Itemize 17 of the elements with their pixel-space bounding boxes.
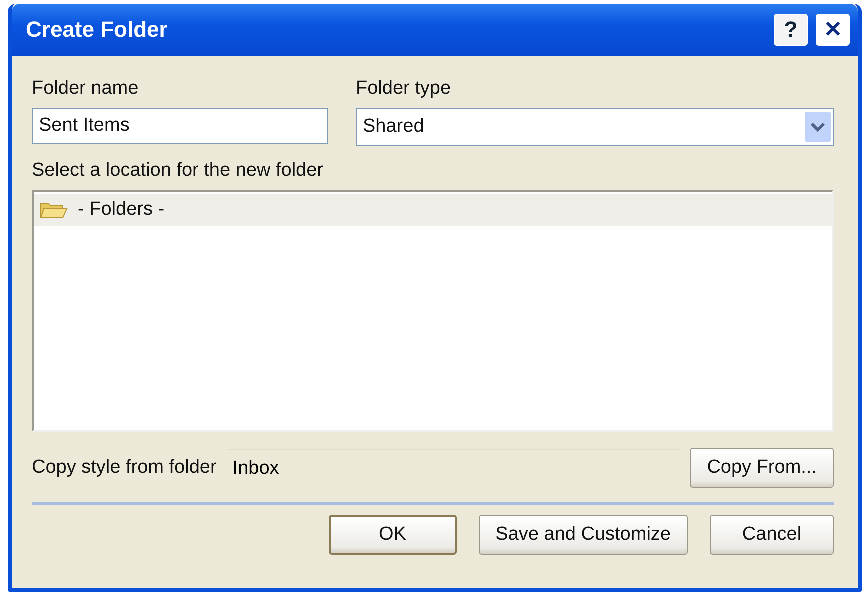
folder-type-dropdown[interactable]: Shared bbox=[356, 108, 834, 146]
dialog-button[interactable]: OK bbox=[328, 515, 457, 555]
field-label: Folder name bbox=[32, 78, 140, 100]
dialog-button[interactable]: Cancel bbox=[710, 515, 834, 555]
copy-from-button[interactable]: Copy From... bbox=[690, 448, 834, 488]
tree-item[interactable]: - Folders - bbox=[34, 194, 832, 226]
field-label: Copy style from folder bbox=[32, 457, 217, 479]
field-label: Select a location for the new folder bbox=[32, 160, 324, 181]
copy-style-value: Inbox bbox=[226, 448, 680, 488]
dialog-button[interactable]: Save and Customize bbox=[478, 515, 688, 555]
help-button[interactable]: ? bbox=[774, 14, 808, 46]
folder-icon bbox=[40, 201, 68, 219]
chevron-down-icon[interactable] bbox=[805, 112, 831, 142]
close-button[interactable]: ✕ bbox=[816, 14, 850, 46]
folder-name-field[interactable]: Sent Items bbox=[32, 108, 328, 144]
window-title: Create Folder bbox=[26, 17, 169, 43]
field-label: Folder type bbox=[356, 78, 452, 100]
